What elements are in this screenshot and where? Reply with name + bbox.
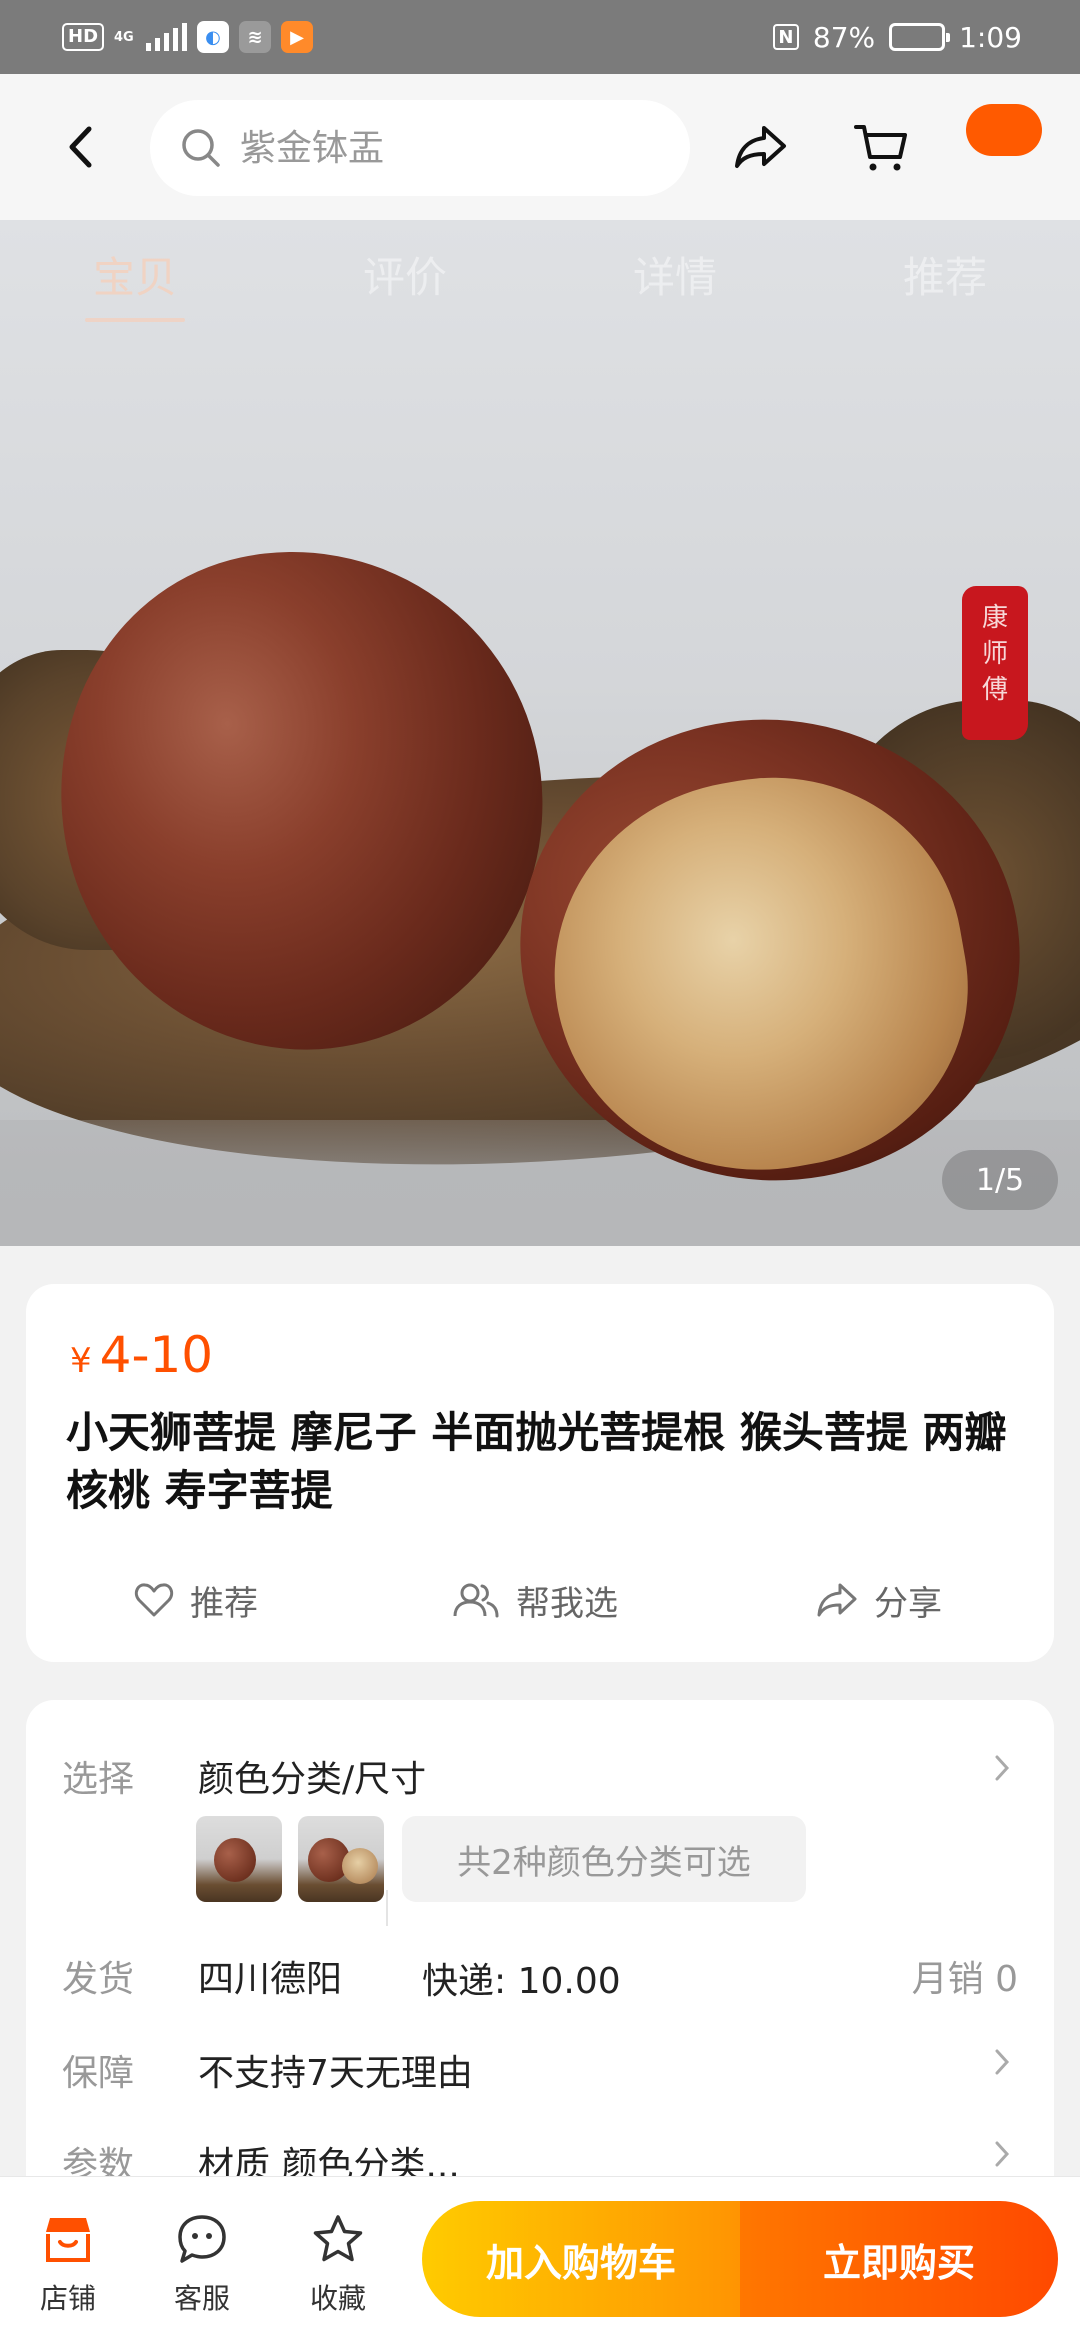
customer-service-button[interactable]: 客服 — [152, 2207, 252, 2317]
cart-button[interactable] — [848, 114, 914, 180]
network-type: 4G — [114, 29, 134, 45]
section-tabs: 宝贝 评价 详情 推荐 — [0, 228, 1080, 328]
shipping-origin: 四川德阳 — [198, 1959, 343, 2000]
product-image-gallery[interactable]: 宝贝 评价 详情 推荐 康 师 傅 1/5 — [0, 220, 1080, 1246]
search-icon — [182, 129, 220, 167]
share-label: 分享 — [874, 1583, 942, 1624]
top-nav-bar — [0, 74, 1080, 220]
favorite-button[interactable]: 收藏 — [288, 2207, 388, 2317]
search-input[interactable] — [240, 127, 660, 169]
video-app-icon: ▶ — [281, 21, 314, 53]
signal-icon — [146, 23, 188, 51]
shop-label: 店铺 — [39, 2282, 96, 2315]
image-counter: 1/5 — [942, 1150, 1058, 1210]
product-title: 小天狮菩提 摩尼子 半面抛光菩提根 猴头菩提 两瓣核桃 寿字菩提 — [66, 1408, 1007, 1515]
shop-button[interactable]: 店铺 — [18, 2207, 118, 2317]
shop-icon — [18, 2207, 118, 2271]
seal-char-3: 傅 — [981, 675, 1008, 705]
recommend-label: 推荐 — [190, 1583, 258, 1624]
status-bar: HD 4G ◐ ≋ ▶ N 87% 1:09 — [0, 0, 1080, 74]
select-value: 颜色分类/尺寸 — [198, 1759, 427, 1800]
star-icon — [288, 2207, 388, 2271]
audio-app-icon: ≋ — [239, 21, 272, 53]
price: ¥4-10 — [70, 1326, 213, 1384]
tab-details[interactable]: 详情 — [540, 228, 810, 328]
express-fee: 快递: 10.00 — [422, 1961, 621, 2002]
bottom-action-bar: 店铺 客服 收藏 加入购物车 立即购买 — [0, 2176, 1080, 2340]
chevron-right-icon — [990, 2134, 1014, 2174]
share-icon — [735, 126, 786, 168]
hd-indicator: HD — [62, 23, 105, 51]
seal-char-1: 康 — [981, 603, 1008, 633]
sku-count-chip[interactable]: 共2种颜色分类可选 — [402, 1816, 806, 1902]
battery-percent: 87% — [812, 20, 876, 54]
heart-icon — [134, 1583, 174, 1617]
service-label: 客服 — [173, 2282, 230, 2315]
chevron-right-icon — [990, 2042, 1014, 2082]
recommend-button[interactable]: 推荐 — [134, 1570, 258, 1630]
tab-reviews[interactable]: 评价 — [270, 228, 540, 328]
more-menu-button[interactable] — [966, 104, 1042, 156]
people-icon — [453, 1583, 499, 1618]
clock: 1:09 — [959, 20, 1022, 54]
add-to-cart-button[interactable]: 加入购物车 — [422, 2201, 740, 2317]
status-right: N 87% 1:09 — [772, 18, 1022, 56]
product-photo-reflection — [0, 1120, 1080, 1246]
qq-browser-icon: ◐ — [197, 21, 230, 53]
guarantee-value: 不支持7天无理由 — [198, 2053, 473, 2094]
share-icon — [817, 1583, 857, 1617]
sku-thumbnail[interactable] — [298, 1816, 384, 1902]
battery-icon — [889, 23, 951, 51]
cart-icon — [854, 125, 907, 171]
currency-symbol: ¥ — [70, 1341, 92, 1381]
nfc-icon: N — [772, 24, 799, 50]
search-bar[interactable] — [150, 100, 690, 196]
buy-now-button[interactable]: 立即购买 — [740, 2201, 1058, 2317]
tab-baby[interactable]: 宝贝 — [0, 228, 270, 328]
product-actions: 推荐 帮我选 分享 — [26, 1570, 1054, 1630]
price-range: 4-10 — [99, 1326, 214, 1384]
sku-thumbnail[interactable] — [196, 1816, 282, 1902]
share-button[interactable] — [728, 114, 794, 180]
status-left: HD 4G ◐ ≋ ▶ — [62, 18, 314, 56]
guarantee-label: 保障 — [62, 2053, 135, 2094]
product-info-card: ¥4-10 小天狮菩提 摩尼子 半面抛光菩提根 猴头菩提 两瓣核桃 寿字菩提 推… — [26, 1284, 1054, 1662]
seal-char-2: 师 — [981, 639, 1008, 669]
back-button[interactable] — [50, 114, 110, 180]
select-label: 选择 — [62, 1759, 135, 1800]
help-choose-button[interactable]: 帮我选 — [452, 1570, 618, 1630]
help-choose-label: 帮我选 — [516, 1583, 618, 1624]
share-action-button[interactable]: 分享 — [816, 1570, 942, 1630]
monthly-sales: 月销 0 — [911, 1959, 1018, 2000]
tab-recommend[interactable]: 推荐 — [810, 228, 1080, 328]
divider — [386, 1890, 388, 1926]
chat-icon — [152, 2207, 252, 2271]
chevron-right-icon — [990, 1748, 1014, 1788]
seal-stamp: 康 师 傅 — [962, 586, 1028, 740]
favorite-label: 收藏 — [309, 2282, 366, 2315]
chevron-left-icon — [69, 126, 92, 168]
shipping-label: 发货 — [62, 1959, 135, 2000]
